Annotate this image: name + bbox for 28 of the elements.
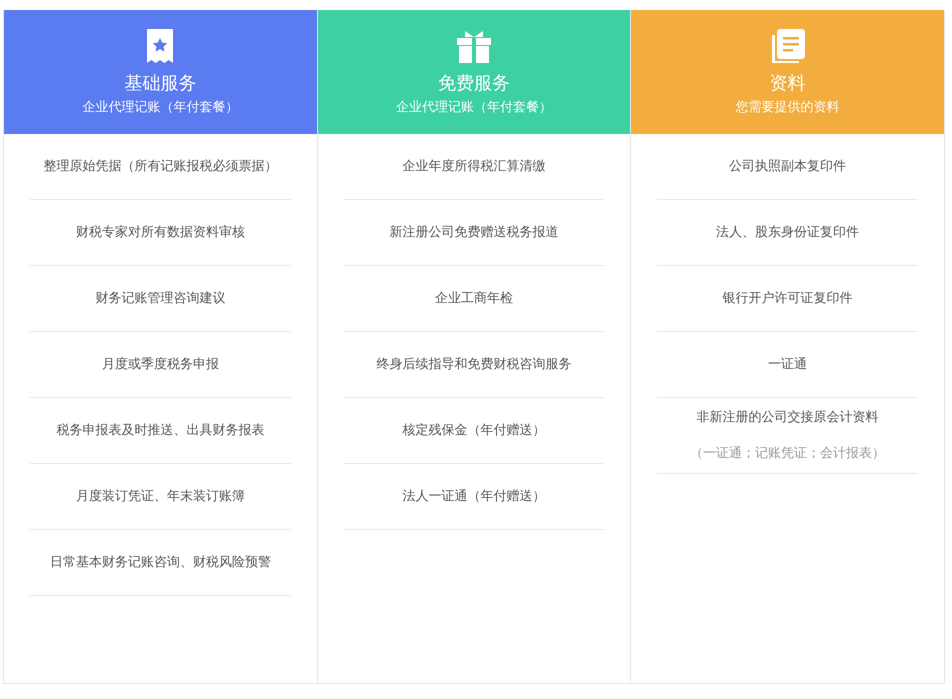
card-subtitle: 企业代理记账（年付套餐） <box>396 99 552 117</box>
list-item: 月度或季度税务申报 <box>102 356 219 374</box>
document-icon <box>770 29 805 63</box>
list-item: 核定残保金（年付赠送） <box>402 422 546 440</box>
list-item: 法人一证通（年付赠送） <box>402 488 546 506</box>
list-item: 非新注册的公司交接原会计资料 <box>696 409 879 427</box>
card-subtitle: 企业代理记账（年付套餐） <box>82 99 238 117</box>
list-item: 税务申报表及时推送、出具财务报表 <box>56 422 264 440</box>
card-subtitle: 您需要提供的资料 <box>736 99 840 117</box>
card-title: 基础服务 <box>124 72 196 96</box>
gift-icon <box>457 29 491 63</box>
item-note: （一证通；记账凭证；会计报表） <box>690 444 886 462</box>
list-item: 终身后续指导和免费财税咨询服务 <box>376 356 572 374</box>
list-item: 法人、股东身份证复印件 <box>716 224 860 242</box>
star-ribbon-icon <box>145 29 176 63</box>
list-item: 一证通 <box>768 356 808 374</box>
list-item: 企业工商年检 <box>435 290 513 308</box>
list-item: 银行开户许可证复印件 <box>722 290 853 308</box>
list-item: 企业年度所得税汇算清缴 <box>402 158 546 176</box>
card-title: 资料 <box>770 72 806 96</box>
list-item: 财务记账管理咨询建议 <box>95 290 226 308</box>
list-item: 新注册公司免费赠送税务报道 <box>390 224 558 242</box>
list-item: 财税专家对所有数据资料审核 <box>76 224 245 242</box>
list-item: 公司执照副本复印件 <box>729 158 846 176</box>
list-item: 整理原始凭据（所有记账报税必须票据） <box>43 158 278 176</box>
list-item: 日常基本财务记账咨询、财税风险预警 <box>50 554 271 572</box>
list-item: 月度装订凭证、年末装订账簿 <box>76 488 245 506</box>
card-title: 免费服务 <box>438 72 510 96</box>
